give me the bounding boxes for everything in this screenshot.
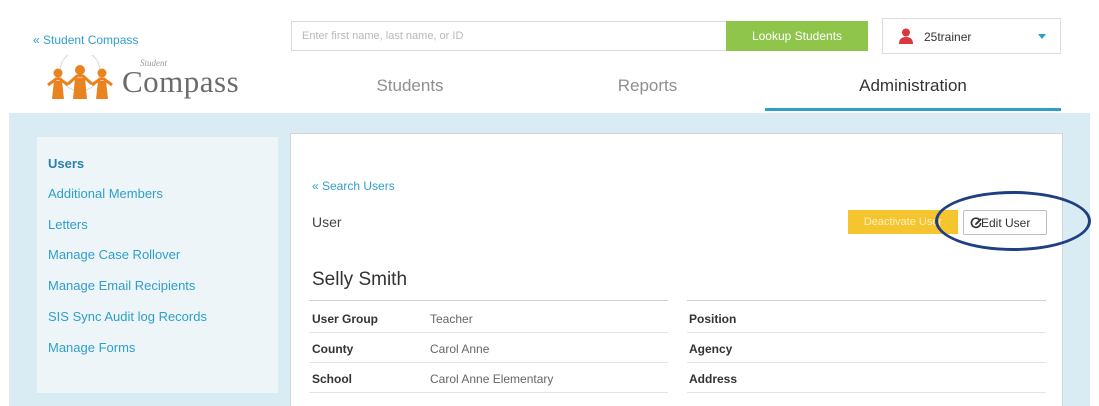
tab-administration[interactable]: Administration (765, 71, 1061, 111)
divider (309, 300, 668, 301)
edit-icon (970, 217, 982, 229)
sidebar-item-manage-email-recipients[interactable]: Manage Email Recipients (48, 278, 195, 293)
row-divider (687, 332, 1046, 333)
tab-students[interactable]: Students (290, 71, 530, 111)
field-label-agency: Agency (689, 342, 733, 356)
edit-user-button[interactable]: Edit User (963, 210, 1047, 235)
student-compass-logo[interactable]: Student Compass (44, 55, 239, 101)
field-label-position: Position (689, 312, 737, 326)
field-value-county: Carol Anne (430, 342, 490, 356)
row-divider (687, 362, 1046, 363)
field-label-address: Address (689, 372, 738, 386)
edit-user-label: Edit User (981, 215, 1031, 230)
back-to-search-users-link[interactable]: « Search Users (312, 179, 395, 193)
user-menu-dropdown[interactable]: 25trainer (882, 18, 1061, 54)
user-detail-card: « Search Users User Deactivate User Edit… (290, 133, 1063, 406)
sidebar-item-letters[interactable]: Letters (48, 217, 88, 232)
user-full-name: Selly Smith (312, 269, 408, 290)
tab-reports[interactable]: Reports (530, 71, 765, 111)
row-divider (687, 392, 1046, 393)
row-divider (309, 392, 668, 393)
field-label-user-group: User Group (312, 312, 379, 326)
username-label: 25trainer (924, 30, 972, 44)
sidebar-item-users[interactable]: Users (48, 156, 84, 171)
admin-sidebar: Users Additional Members Letters Manage … (37, 137, 278, 393)
student-search-input[interactable] (291, 21, 726, 51)
sidebar-item-manage-case-rollover[interactable]: Manage Case Rollover (48, 247, 180, 262)
field-value-school: Carol Anne Elementary (430, 372, 554, 386)
section-title: User (312, 214, 342, 230)
deactivate-user-button[interactable]: Deactivate User (848, 210, 958, 234)
divider (687, 300, 1046, 301)
field-label-school: School (312, 372, 353, 386)
sidebar-item-additional-members[interactable]: Additional Members (48, 186, 163, 201)
row-divider (309, 362, 668, 363)
field-label-county: County (312, 342, 354, 356)
lookup-students-button[interactable]: Lookup Students (726, 21, 868, 51)
family-logo-icon (47, 55, 113, 99)
person-icon (899, 28, 913, 44)
sidebar-item-manage-forms[interactable]: Manage Forms (48, 340, 135, 355)
back-to-student-compass-link[interactable]: « Student Compass (33, 33, 138, 47)
caret-down-icon (1038, 34, 1046, 39)
sidebar-item-sis-sync-audit-log[interactable]: SIS Sync Audit log Records (48, 309, 207, 324)
row-divider (309, 332, 668, 333)
field-value-user-group: Teacher (430, 312, 473, 326)
logo-wordmark: Compass (122, 64, 240, 99)
